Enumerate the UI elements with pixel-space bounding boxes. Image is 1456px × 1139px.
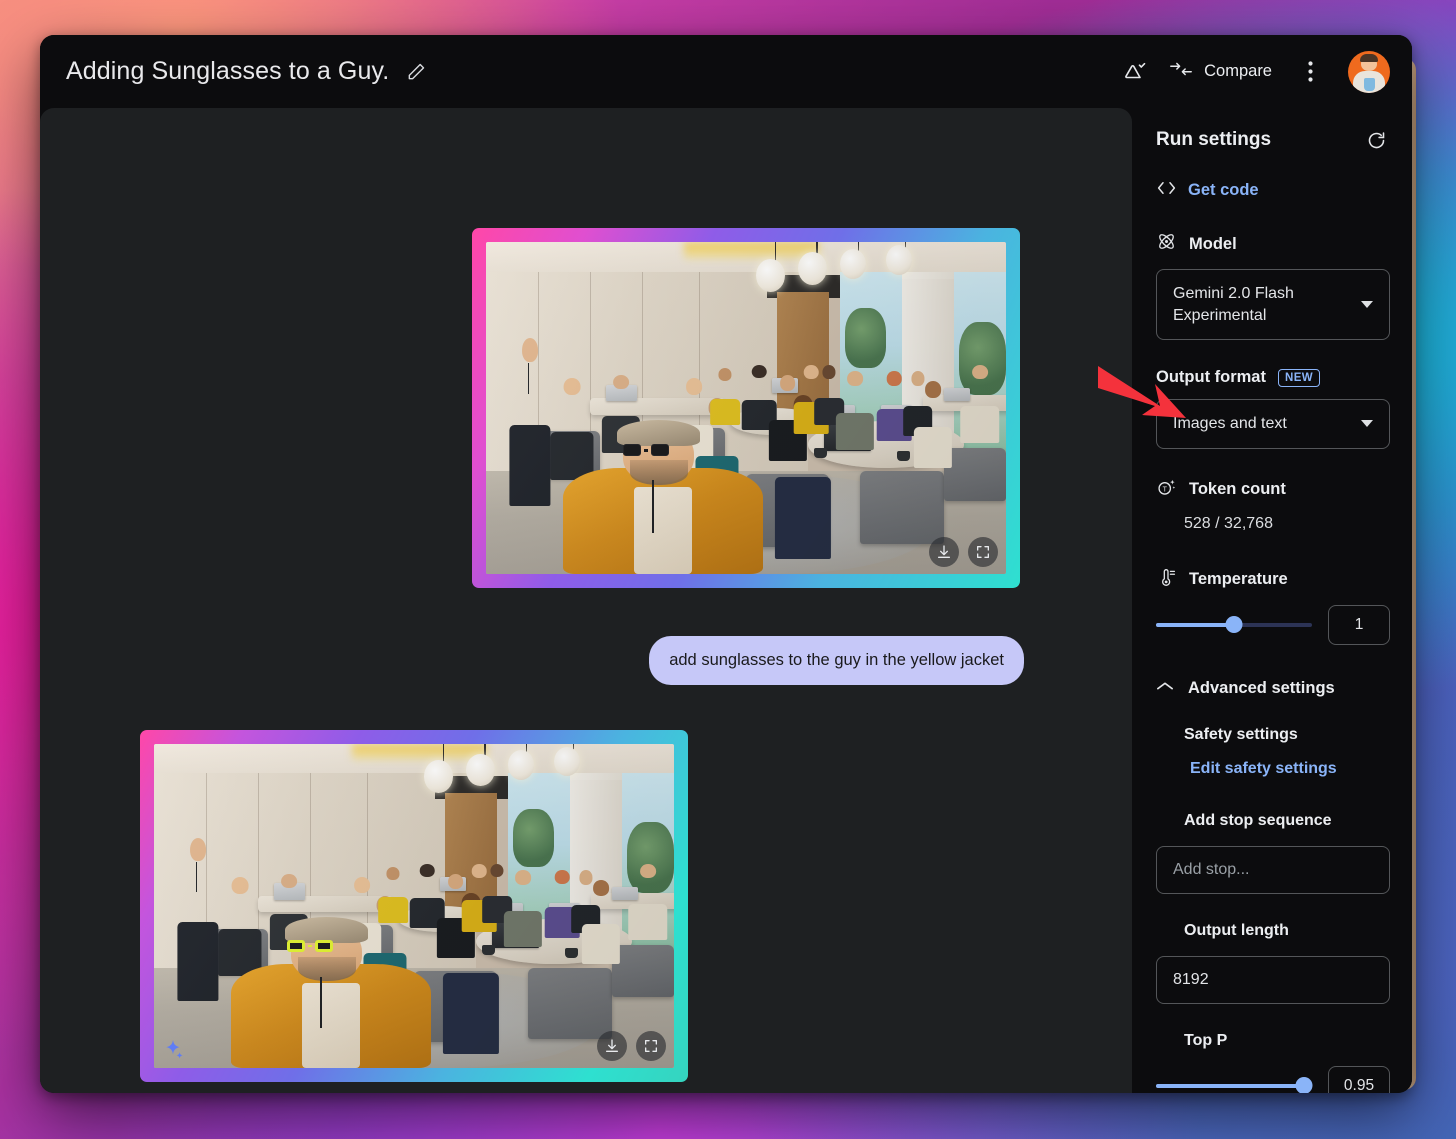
chevron-down-icon xyxy=(1361,301,1373,309)
add-stop-sequence-input[interactable]: Add stop... xyxy=(1156,845,1390,894)
temperature-value[interactable]: 1 xyxy=(1328,604,1390,645)
compare-button[interactable]: Compare xyxy=(1159,52,1286,91)
pencil-icon[interactable] xyxy=(403,59,429,85)
desktop-background: Adding Sunglasses to a Guy. Compare add … xyxy=(0,0,1456,1139)
advanced-settings-label: Advanced settings xyxy=(1188,678,1335,697)
chat-pane: add sunglasses to the guy in the yellow … xyxy=(40,108,1132,1093)
run-settings-sidebar: Run settings Get code Model Gemini 2.0 F… xyxy=(1132,108,1412,1093)
token-icon: T xyxy=(1156,477,1177,503)
run-settings-title: Run settings xyxy=(1156,129,1272,150)
output-length-label: Output length xyxy=(1184,921,1289,939)
add-stop-sequence-label: Add stop sequence xyxy=(1184,811,1332,829)
top-p-label: Top P xyxy=(1184,1031,1228,1049)
temperature-control: 1 xyxy=(1156,604,1390,645)
output-image-card xyxy=(140,730,688,1082)
model-label: Model xyxy=(1189,234,1237,253)
input-image-card xyxy=(472,228,1020,588)
chevron-down-icon xyxy=(1361,420,1373,428)
thermometer-icon xyxy=(1156,567,1177,593)
code-brackets-icon xyxy=(1156,180,1177,201)
page-title: Adding Sunglasses to a Guy. xyxy=(66,57,390,85)
output-format-value: Images and text xyxy=(1173,415,1287,433)
top-p-value[interactable]: 0.95 xyxy=(1328,1065,1390,1093)
model-label-row: Model xyxy=(1156,231,1390,257)
input-image-actions xyxy=(929,537,998,567)
svg-text:T: T xyxy=(1163,486,1168,493)
compare-arrows-icon xyxy=(1169,59,1193,84)
run-settings-header: Run settings xyxy=(1156,126,1390,154)
app-window: Adding Sunglasses to a Guy. Compare add … xyxy=(40,35,1412,1093)
input-photo xyxy=(486,242,1006,574)
glasses-original xyxy=(623,444,670,457)
token-count-value: 528 / 32,768 xyxy=(1184,514,1273,532)
new-badge: NEW xyxy=(1277,368,1321,387)
output-format-label-row: Output format NEW xyxy=(1156,368,1390,387)
gemini-sparkle-icon xyxy=(162,1038,184,1060)
output-image-actions xyxy=(597,1031,666,1061)
compare-label: Compare xyxy=(1204,62,1272,80)
fullscreen-icon[interactable] xyxy=(968,537,998,567)
output-format-label: Output format xyxy=(1156,368,1266,387)
output-format-select[interactable]: Images and text xyxy=(1156,399,1390,449)
model-select[interactable]: Gemini 2.0 Flash Experimental xyxy=(1156,269,1390,341)
edit-safety-settings-link[interactable]: Edit safety settings xyxy=(1156,760,1390,778)
more-vertical-icon[interactable] xyxy=(1290,52,1330,92)
user-prompt-bubble: add sunglasses to the guy in the yellow … xyxy=(649,636,1024,685)
output-length-input[interactable]: 8192 xyxy=(1156,955,1390,1004)
output-photo xyxy=(154,744,674,1068)
titlebar-actions: Compare xyxy=(1115,50,1390,93)
temperature-label-row: Temperature xyxy=(1156,567,1390,593)
yellow-sunglasses-edit xyxy=(287,940,334,953)
get-code-label: Get code xyxy=(1188,181,1259,199)
model-value: Gemini 2.0 Flash Experimental xyxy=(1173,285,1294,324)
temperature-label: Temperature xyxy=(1189,570,1288,589)
get-code-button[interactable]: Get code xyxy=(1156,180,1390,201)
advanced-settings-toggle[interactable]: Advanced settings xyxy=(1156,679,1390,698)
upload-check-icon[interactable] xyxy=(1115,52,1155,92)
download-icon[interactable] xyxy=(929,537,959,567)
title-bar: Adding Sunglasses to a Guy. Compare xyxy=(40,35,1412,108)
token-count-label: Token count xyxy=(1189,480,1286,499)
token-count-label-row: T Token count xyxy=(1156,477,1390,503)
temperature-slider[interactable] xyxy=(1156,614,1312,636)
atom-icon xyxy=(1156,231,1177,257)
avatar[interactable] xyxy=(1348,50,1390,93)
top-p-slider[interactable] xyxy=(1156,1075,1313,1093)
chevron-up-icon xyxy=(1156,679,1174,697)
window-body: add sunglasses to the guy in the yellow … xyxy=(40,108,1412,1093)
safety-settings-label: Safety settings xyxy=(1184,725,1298,743)
fullscreen-icon[interactable] xyxy=(636,1031,666,1061)
download-icon[interactable] xyxy=(597,1031,627,1061)
refresh-icon[interactable] xyxy=(1362,126,1390,154)
top-p-control: 0.95 xyxy=(1156,1065,1390,1093)
